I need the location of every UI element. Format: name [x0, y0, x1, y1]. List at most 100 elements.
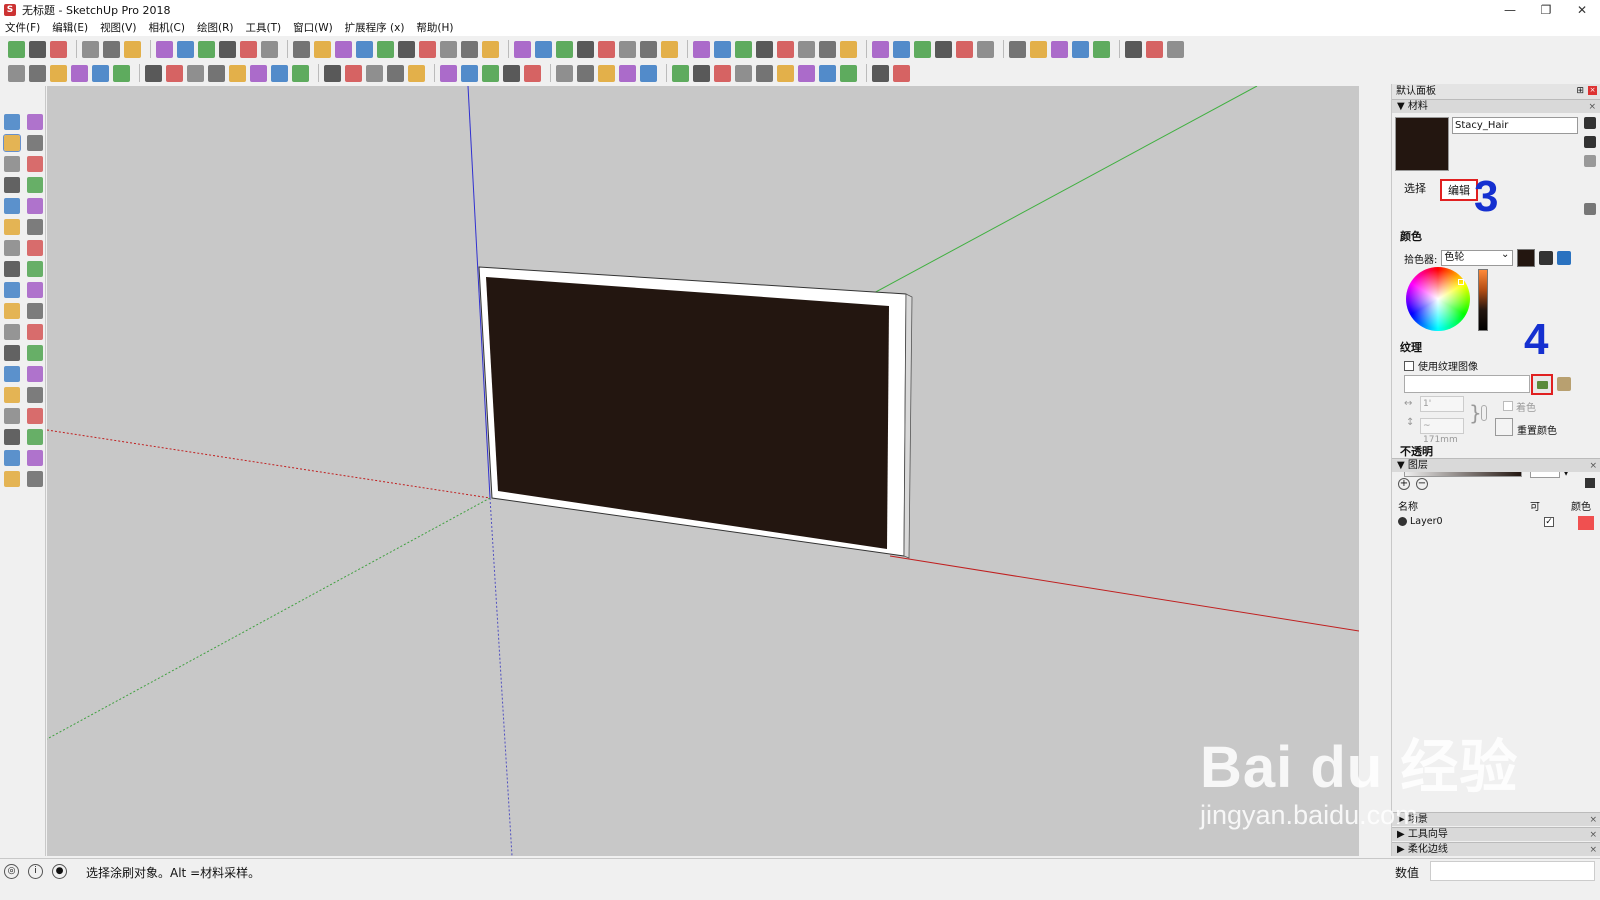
large-tool-icon-5[interactable] — [27, 156, 43, 172]
main-tool-icon-26[interactable] — [598, 40, 615, 58]
views-tool-icon-25[interactable] — [577, 64, 594, 82]
sample-paint-icon[interactable] — [1584, 203, 1596, 215]
main-tool-icon-20[interactable] — [461, 40, 478, 58]
views-tool-icon-36[interactable] — [819, 64, 836, 82]
main-tool-icon-32[interactable] — [735, 40, 752, 58]
color-wheel-marker[interactable] — [1458, 279, 1464, 285]
layer-visible-checkbox[interactable]: ✓ — [1544, 517, 1554, 527]
layer-color-swatch[interactable] — [1578, 516, 1594, 530]
main-tool-icon-15[interactable] — [356, 40, 373, 58]
scenes-close-icon[interactable]: × — [1589, 813, 1597, 827]
views-tool-icon-35[interactable] — [798, 64, 815, 82]
large-tool-icon-10[interactable] — [4, 219, 20, 235]
large-tool-icon-32[interactable] — [4, 450, 20, 466]
main-tool-icon-6[interactable] — [156, 40, 173, 58]
material-name-field[interactable]: Stacy_Hair — [1452, 117, 1578, 134]
large-tool-icon-20[interactable] — [4, 324, 20, 340]
tray-close-icon[interactable]: × — [1588, 86, 1597, 95]
main-tool-icon-39[interactable] — [893, 40, 910, 58]
large-tool-icon-23[interactable] — [27, 345, 43, 361]
main-tool-icon-51[interactable] — [1167, 40, 1184, 58]
main-tool-icon-19[interactable] — [440, 40, 457, 58]
large-tool-icon-1[interactable] — [27, 114, 43, 130]
main-tool-icon-9[interactable] — [219, 40, 236, 58]
main-tool-icon-34[interactable] — [777, 40, 794, 58]
minimize-button[interactable]: — — [1492, 0, 1528, 20]
main-tool-icon-13[interactable] — [314, 40, 331, 58]
large-tool-icon-21[interactable] — [27, 324, 43, 340]
colorize-checkbox[interactable] — [1503, 401, 1513, 411]
large-tool-icon-30[interactable] — [4, 429, 20, 445]
main-tool-icon-5[interactable] — [124, 40, 141, 58]
menu-help[interactable]: 帮助(H) — [416, 20, 453, 35]
large-tool-icon-13[interactable] — [27, 240, 43, 256]
main-tool-icon-48[interactable] — [1093, 40, 1110, 58]
main-tool-icon-41[interactable] — [935, 40, 952, 58]
main-tool-icon-46[interactable] — [1051, 40, 1068, 58]
views-tool-icon-23[interactable] — [524, 64, 541, 82]
main-tool-icon-7[interactable] — [177, 40, 194, 58]
instructor-close-icon[interactable]: × — [1589, 828, 1597, 842]
chain-link-icon[interactable] — [1481, 405, 1487, 421]
views-tool-icon-31[interactable] — [714, 64, 731, 82]
main-tool-icon-1[interactable] — [29, 40, 46, 58]
main-tool-icon-30[interactable] — [693, 40, 710, 58]
tab-edit[interactable]: 编辑 — [1440, 179, 1478, 201]
main-tool-icon-49[interactable] — [1125, 40, 1142, 58]
model-viewport[interactable] — [47, 86, 1359, 856]
add-layer-button[interactable]: + — [1398, 478, 1410, 490]
brightness-slider[interactable] — [1478, 269, 1488, 331]
main-tool-icon-0[interactable] — [8, 40, 25, 58]
menu-window[interactable]: 窗口(W) — [293, 20, 333, 35]
views-tool-icon-19[interactable] — [440, 64, 457, 82]
materials-panel-header[interactable]: ▼ 材料 × — [1392, 99, 1600, 113]
large-tool-icon-34[interactable] — [4, 471, 20, 487]
texture-path-field[interactable] — [1404, 375, 1530, 393]
board-inner-panel[interactable] — [486, 277, 889, 549]
use-texture-checkbox[interactable] — [1404, 360, 1414, 371]
user-account-icon[interactable]: ● — [52, 864, 67, 879]
main-tool-icon-10[interactable] — [240, 40, 257, 58]
large-tool-icon-12[interactable] — [4, 240, 20, 256]
main-tool-icon-45[interactable] — [1030, 40, 1047, 58]
views-tool-icon-22[interactable] — [503, 64, 520, 82]
main-tool-icon-43[interactable] — [977, 40, 994, 58]
views-tool-icon-9[interactable] — [208, 64, 225, 82]
views-tool-icon-33[interactable] — [756, 64, 773, 82]
main-tool-icon-36[interactable] — [819, 40, 836, 58]
layers-panel-header[interactable]: ▼ 图层 × — [1392, 458, 1600, 472]
measurements-box[interactable] — [1430, 861, 1595, 881]
large-tool-icon-27[interactable] — [27, 387, 43, 403]
main-tool-icon-16[interactable] — [377, 40, 394, 58]
large-tool-icon-17[interactable] — [27, 282, 43, 298]
layer-row[interactable]: Layer0 ✓ — [1398, 516, 1596, 532]
main-tool-icon-8[interactable] — [198, 40, 215, 58]
browse-texture-button[interactable] — [1531, 374, 1553, 395]
texture-width-field[interactable]: 1' — [1420, 396, 1464, 412]
views-tool-icon-32[interactable] — [735, 64, 752, 82]
large-tool-icon-4[interactable] — [4, 156, 20, 172]
views-tool-icon-27[interactable] — [619, 64, 636, 82]
views-tool-icon-13[interactable] — [292, 64, 309, 82]
views-tool-icon-29[interactable] — [672, 64, 689, 82]
large-tool-icon-33[interactable] — [27, 450, 43, 466]
close-button[interactable]: ✕ — [1564, 0, 1600, 20]
large-tool-icon-9[interactable] — [27, 198, 43, 214]
layer-details-icon[interactable] — [1585, 478, 1595, 488]
main-tool-icon-17[interactable] — [398, 40, 415, 58]
views-tool-icon-30[interactable] — [693, 64, 710, 82]
main-tool-icon-28[interactable] — [640, 40, 657, 58]
views-tool-icon-18[interactable] — [408, 64, 425, 82]
large-tool-icon-35[interactable] — [27, 471, 43, 487]
menu-view[interactable]: 视图(V) — [100, 20, 136, 35]
main-tool-icon-25[interactable] — [577, 40, 594, 58]
views-tool-icon-4[interactable] — [92, 64, 109, 82]
large-tool-icon-7[interactable] — [27, 177, 43, 193]
views-tool-icon-11[interactable] — [250, 64, 267, 82]
edit-texture-icon[interactable] — [1557, 377, 1571, 391]
paint-bucket-tool-icon[interactable] — [3, 134, 21, 152]
soften-edges-panel-header[interactable]: ▶ 柔化边线 × — [1392, 842, 1600, 856]
scene-canvas[interactable] — [47, 86, 1359, 856]
main-tool-icon-50[interactable] — [1146, 40, 1163, 58]
large-tool-icon-28[interactable] — [4, 408, 20, 424]
